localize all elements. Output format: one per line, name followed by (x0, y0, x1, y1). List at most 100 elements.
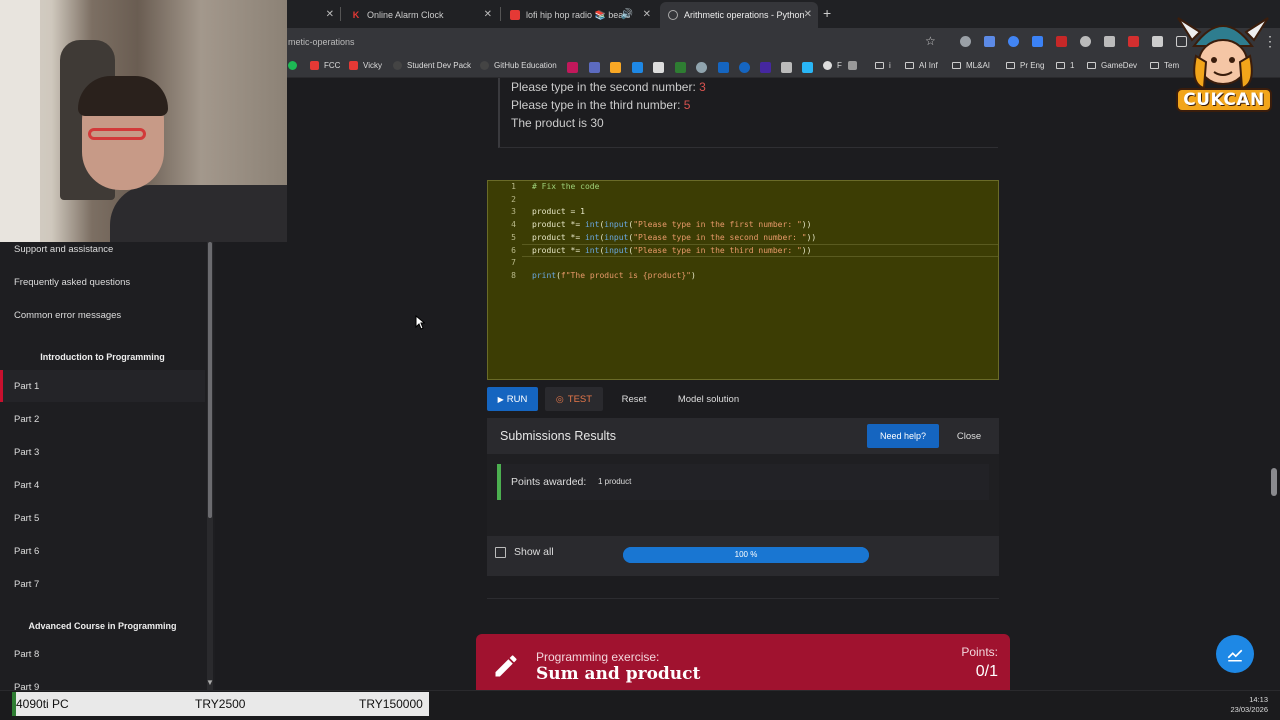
sidebar-item-part-7[interactable]: Part 7 (14, 579, 39, 590)
run-button[interactable]: ▶ RUN (487, 387, 538, 411)
reset-button[interactable]: Reset (613, 387, 655, 411)
screen: ✕ K Online Alarm Clock ✕ lofi hip hop ra… (0, 0, 1280, 720)
bookmark-icon[interactable] (848, 61, 862, 70)
code-token: f"The product is {product}" (560, 270, 691, 280)
bookmark-icon[interactable] (696, 62, 707, 73)
system-clock[interactable]: 14:13 23/03/2026 (1212, 695, 1268, 715)
line-number: 4 (511, 220, 516, 230)
code-line[interactable]: product = 1 (532, 207, 585, 216)
bookmark-icon[interactable] (781, 62, 792, 73)
close-button[interactable]: Close (950, 424, 988, 448)
extension-icon[interactable] (960, 36, 971, 47)
sidebar-item-part-2[interactable]: Part 2 (14, 414, 39, 425)
extension-icon[interactable] (1080, 36, 1091, 47)
sidebar-item-part-1[interactable]: Part 1 (14, 381, 39, 392)
code-line[interactable]: # Fix the code (532, 182, 599, 191)
extension-icon[interactable] (1152, 36, 1163, 47)
bookmark-folder-1[interactable]: 1 (1056, 61, 1074, 70)
code-token: int (584, 220, 600, 230)
tab-arithmetic-operations[interactable]: Arithmetic operations - Python ✕ (660, 2, 818, 28)
extension-icon[interactable] (1128, 36, 1139, 47)
new-tab-button[interactable]: + (823, 5, 831, 21)
bookmark-icon[interactable] (632, 62, 643, 73)
adblock-icon[interactable] (1056, 36, 1067, 47)
bookmark-fcc[interactable]: FCC (310, 61, 340, 70)
close-icon[interactable]: ✕ (643, 9, 651, 20)
bookmark-star-icon[interactable]: ☆ (925, 34, 936, 48)
run-label: RUN (506, 393, 528, 405)
x-logo-icon[interactable] (653, 62, 664, 73)
show-all-checkbox[interactable] (495, 547, 506, 558)
bookmark-spotify[interactable] (288, 61, 302, 70)
test-button[interactable]: ◎ TEST (545, 387, 603, 411)
url-field[interactable]: metic-operations (288, 37, 355, 47)
bookmark-icon[interactable] (675, 62, 686, 73)
bookmark-icon[interactable] (760, 62, 771, 73)
sidebar-item-part-4[interactable]: Part 4 (14, 480, 39, 491)
bookmark-folder-pr-eng[interactable]: Pr Eng (1006, 61, 1044, 70)
code-token: "Please type in the third number: " (633, 245, 802, 255)
scroll-down-arrow-icon[interactable]: ▼ (206, 678, 214, 687)
code-token: product = 1 (532, 207, 585, 217)
code-token: print (532, 270, 557, 280)
sidebar-item-support[interactable]: Support and assistance (14, 244, 113, 255)
folder-icon (875, 62, 884, 69)
sidebar-scrollbar-thumb[interactable] (208, 242, 212, 518)
code-line[interactable]: product *= int(input("Please type in the… (532, 246, 811, 255)
sidebar-item-faq[interactable]: Frequently asked questions (14, 277, 130, 288)
close-icon[interactable]: ✕ (804, 9, 812, 20)
submission-results-title: Submissions Results (500, 429, 617, 443)
sidebar-heading-advanced: Advanced Course in Programming (28, 621, 177, 631)
tab-close-button[interactable]: ✕ (318, 2, 338, 28)
shield-icon[interactable] (1104, 36, 1115, 47)
github-icon (480, 61, 489, 70)
sidebar-item-part-9[interactable]: Part 9 (14, 682, 39, 690)
bookmark-icon[interactable] (739, 62, 750, 73)
output-line: Please type in the second number: 3 (511, 80, 706, 94)
code-line[interactable]: print(f"The product is {product}") (532, 271, 696, 280)
extension-icon[interactable] (984, 36, 995, 47)
extension-icon[interactable] (1008, 36, 1019, 47)
show-all-label[interactable]: Show all (514, 546, 554, 558)
bookmark-icon[interactable] (718, 62, 729, 73)
bookmark-folder-i[interactable]: i (875, 61, 891, 70)
bookmark-f[interactable]: F (823, 61, 842, 70)
mouse-cursor-icon (415, 315, 425, 330)
code-token: product *= (532, 232, 585, 242)
need-help-button[interactable]: Need help? (867, 424, 939, 448)
code-token: product *= (532, 245, 585, 255)
bookmark-student-dev-pack[interactable]: Student Dev Pack (393, 61, 471, 70)
tab-lofi-radio[interactable]: lofi hip hop radio 📚 beats 🔊 ✕ (502, 2, 657, 28)
translate-icon[interactable] (1032, 36, 1043, 47)
bookmark-folder-ai-inf[interactable]: AI Inf (905, 61, 938, 70)
sidebar-item-part-3[interactable]: Part 3 (14, 447, 39, 458)
sidebar-item-part-5[interactable]: Part 5 (14, 513, 39, 524)
ticker-price-2: TRY150000 (359, 697, 423, 711)
code-line[interactable]: product *= int(input("Please type in the… (532, 233, 816, 242)
model-solution-button[interactable]: Model solution (666, 387, 751, 411)
bookmark-github-education[interactable]: GitHub Education (480, 61, 557, 70)
progress-text: 100 % (734, 550, 758, 559)
bookmark-icon[interactable] (610, 62, 621, 73)
sidebar-item-part-8[interactable]: Part 8 (14, 649, 39, 660)
bookmark-folder-ml-ai[interactable]: ML&AI (952, 61, 990, 70)
folder-icon (952, 62, 961, 69)
page-scrollbar[interactable] (1271, 468, 1277, 496)
tab-online-alarm-clock[interactable]: K Online Alarm Clock ✕ (343, 2, 498, 28)
code-token: input (604, 245, 629, 255)
code-token: )) (801, 245, 812, 255)
speaker-icon[interactable]: 🔊 (621, 9, 633, 20)
close-icon[interactable]: ✕ (484, 9, 492, 20)
progress-chart-button[interactable] (1216, 635, 1254, 673)
bookmark-vicky[interactable]: Vicky (349, 61, 382, 70)
folder-icon (1056, 62, 1065, 69)
bookmark-folder-gamedev[interactable]: GameDev (1087, 61, 1137, 70)
bookmark-icon[interactable] (589, 62, 600, 73)
sidebar-item-part-6[interactable]: Part 6 (14, 546, 39, 557)
sidebar-item-common-errors[interactable]: Common error messages (14, 310, 121, 321)
bookmark-icon[interactable] (567, 62, 578, 73)
k-logo-icon: K (352, 10, 360, 20)
code-line[interactable]: product *= int(input("Please type in the… (532, 220, 811, 229)
line-number: 7 (511, 258, 516, 268)
bookmark-icon[interactable] (802, 62, 813, 73)
